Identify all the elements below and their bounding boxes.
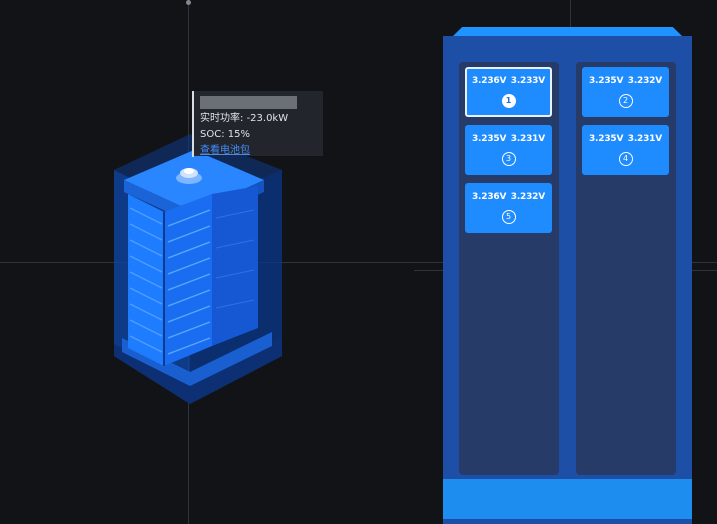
power-value: -23.0kW bbox=[246, 113, 289, 124]
power-row: 实时功率: -23.0kW bbox=[200, 111, 315, 127]
battery-pack-4[interactable]: 3.235V 3.231V 4 bbox=[582, 125, 669, 175]
cabinet-column-right: 3.235V 3.232V 2 3.235V 3.231V 4 bbox=[576, 62, 676, 475]
masked-device-name bbox=[200, 96, 297, 109]
pack-voltage-2: 3.231V bbox=[510, 134, 545, 144]
cabinet-base bbox=[443, 479, 692, 519]
pack-voltage-1: 3.235V bbox=[472, 134, 507, 144]
pack-number-badge: 5 bbox=[501, 210, 516, 224]
power-label: 实时功率: bbox=[200, 113, 247, 124]
pack-voltage-2: 3.232V bbox=[510, 192, 545, 202]
battery-cabinet: 3.236V 3.233V 1 3.235V 3.231V 3 3.236V 3.232V 5 … bbox=[443, 27, 692, 524]
pack-number-badge: 2 bbox=[618, 94, 633, 108]
cabinet-body: 3.236V 3.233V 1 3.235V 3.231V 3 3.236V 3.232V 5 … bbox=[443, 36, 692, 524]
battery-pack-5[interactable]: 3.236V 3.232V 5 bbox=[465, 183, 552, 233]
pack-number-badge: 4 bbox=[618, 152, 633, 166]
cabinet-column-left: 3.236V 3.233V 1 3.235V 3.231V 3 3.236V 3.232V 5 bbox=[459, 62, 559, 475]
pack-voltages: 3.235V 3.231V bbox=[582, 134, 669, 144]
pack-voltage-2: 3.233V bbox=[510, 76, 545, 86]
pack-voltages: 3.235V 3.231V bbox=[465, 134, 552, 144]
pack-number-badge: 1 bbox=[501, 94, 516, 108]
battery-pack-2[interactable]: 3.235V 3.232V 2 bbox=[582, 67, 669, 117]
pack-voltages: 3.236V 3.232V bbox=[465, 192, 552, 202]
pack-voltage-1: 3.236V bbox=[472, 76, 507, 86]
soc-row: SOC: 15% bbox=[200, 127, 315, 143]
pack-voltage-1: 3.235V bbox=[589, 76, 624, 86]
battery-pack-1[interactable]: 3.236V 3.233V 1 bbox=[465, 67, 552, 117]
battery-rack-illustration[interactable] bbox=[108, 128, 296, 410]
cabinet-top bbox=[453, 27, 682, 36]
soc-value: 15% bbox=[227, 129, 250, 140]
guide-dot bbox=[186, 0, 191, 5]
view-battery-pack-link[interactable]: 查看电池包 bbox=[200, 145, 250, 156]
pack-voltage-2: 3.231V bbox=[627, 134, 662, 144]
pack-number-badge: 3 bbox=[501, 152, 516, 166]
tooltip-anchor-line bbox=[192, 91, 194, 157]
pack-voltages: 3.235V 3.232V bbox=[582, 76, 669, 86]
pack-voltage-1: 3.236V bbox=[472, 192, 507, 202]
pack-voltage-2: 3.232V bbox=[627, 76, 662, 86]
pack-voltage-1: 3.235V bbox=[589, 134, 624, 144]
battery-tooltip: 实时功率: -23.0kW SOC: 15% 查看电池包 bbox=[192, 91, 323, 157]
battery-pack-3[interactable]: 3.235V 3.231V 3 bbox=[465, 125, 552, 175]
soc-label: SOC: bbox=[200, 129, 228, 140]
pack-voltages: 3.236V 3.233V bbox=[467, 76, 550, 86]
